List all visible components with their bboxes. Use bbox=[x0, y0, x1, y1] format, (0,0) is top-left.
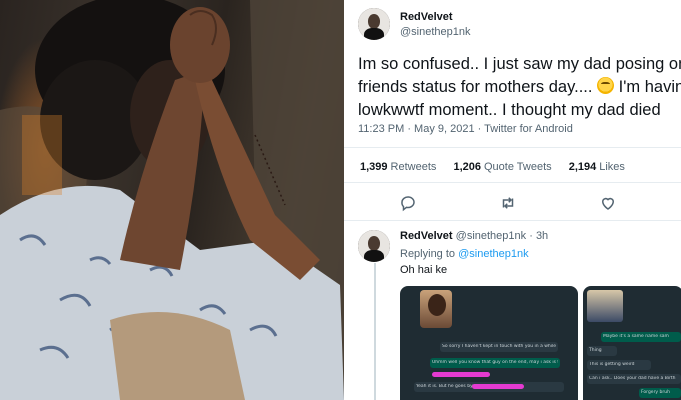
chat-screenshot-2[interactable]: Maybe it's a same name sam Thing This is… bbox=[583, 286, 681, 400]
contact-photo-face bbox=[428, 294, 446, 316]
thinking-face-emoji-icon bbox=[597, 77, 615, 94]
author-name[interactable]: RedVelvet bbox=[400, 11, 453, 23]
reply-icon[interactable] bbox=[399, 194, 417, 212]
retweets-count: 1,399 bbox=[360, 161, 388, 173]
reply-text: Oh hai ke bbox=[400, 264, 448, 276]
chat-line: Thing bbox=[589, 348, 602, 353]
chat-screenshot-1[interactable]: So sorry I haven't kept in touch with yo… bbox=[400, 286, 578, 400]
like-icon[interactable] bbox=[599, 194, 617, 212]
divider bbox=[344, 220, 681, 221]
tweet-panel: RedVelvet @sinethep1nk Im so confused.. … bbox=[344, 0, 681, 400]
tweet-timestamp[interactable]: 11:23 PM · May 9, 2021 · Twitter for And… bbox=[358, 123, 573, 135]
replying-mention[interactable]: @sinethep1nk bbox=[458, 248, 529, 260]
photo-woman-covering-face bbox=[0, 0, 344, 400]
thread-line bbox=[374, 263, 376, 400]
retweet-icon[interactable] bbox=[499, 194, 517, 212]
likes-count: 2,194 bbox=[568, 161, 597, 173]
author-avatar[interactable] bbox=[358, 8, 390, 40]
retweets-stat[interactable]: 1,399 Retweets bbox=[360, 161, 436, 173]
tweet-text-line-3: lowkwwtf moment.. I thought my dad died bbox=[358, 101, 661, 119]
redaction-mark bbox=[432, 372, 490, 377]
divider bbox=[344, 182, 681, 183]
reply-author-name[interactable]: RedVelvet bbox=[400, 230, 453, 242]
quotes-label: Quote Tweets bbox=[483, 161, 552, 173]
chat-line: Uhmm well you know that guy on the end, … bbox=[432, 360, 558, 365]
contact-photo bbox=[587, 290, 623, 322]
photo-illustration bbox=[0, 0, 344, 400]
reply-avatar[interactable] bbox=[358, 230, 390, 262]
quotes-count: 1,206 bbox=[453, 161, 481, 173]
tweet-stats: 1,399 Retweets 1,206 Quote Tweets 2,194 Lik… bbox=[360, 161, 639, 173]
quotes-stat[interactable]: 1,206 Quote Tweets bbox=[453, 161, 551, 173]
tweet-actions bbox=[344, 192, 681, 214]
chat-line: This is getting weird bbox=[589, 362, 635, 367]
replying-prefix: Replying to bbox=[400, 248, 456, 260]
chat-line: Yeah it is. But he goes by bbox=[416, 384, 473, 389]
chat-line: Maybe it's a same name sam bbox=[603, 334, 669, 339]
replying-to: Replying to @sinethep1nk bbox=[400, 248, 529, 260]
tweet-text-line-1: Im so confused.. I just saw my dad posin… bbox=[358, 55, 681, 73]
chat-line: So sorry I haven't kept in touch with yo… bbox=[442, 344, 556, 349]
tweet-text-line-2b: I'm havin bbox=[618, 78, 681, 96]
likes-label: Likes bbox=[599, 161, 625, 173]
chat-line: Can i ask.. Does your dad have a Birth bbox=[589, 376, 676, 381]
reply-author-handle[interactable]: @sinethep1nk bbox=[456, 230, 527, 242]
tweet-text-line-2: friends status for mothers day.... I'm h… bbox=[358, 76, 681, 99]
chat-line: Forgery bruh bbox=[641, 390, 670, 395]
redaction-mark bbox=[472, 384, 524, 389]
likes-stat[interactable]: 2,194 Likes bbox=[569, 161, 625, 173]
tweet-text: Im so confused.. I just saw my dad posin… bbox=[358, 53, 681, 122]
reply-header: RedVelvet @sinethep1nk · 3h bbox=[400, 230, 548, 242]
reply-time[interactable]: · 3h bbox=[529, 230, 548, 242]
retweets-label: Retweets bbox=[390, 161, 437, 173]
divider bbox=[344, 147, 681, 148]
tweet-text-line-2a: friends status for mothers day.... bbox=[358, 78, 593, 96]
author-handle[interactable]: @sinethep1nk bbox=[400, 26, 471, 38]
